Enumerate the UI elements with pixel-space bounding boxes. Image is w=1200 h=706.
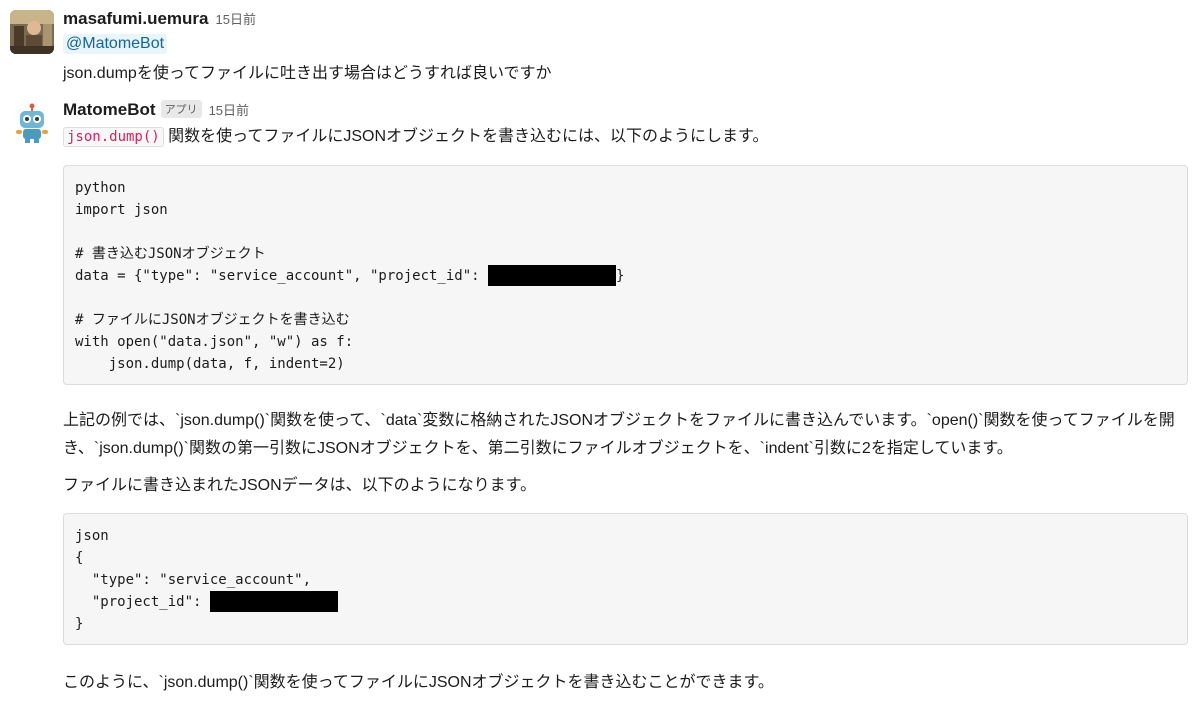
redaction-box (209, 590, 338, 612)
bot-avatar[interactable] (14, 103, 50, 143)
message-header: MatomeBot アプリ 15日前 (63, 100, 249, 120)
mention-link[interactable]: @MatomeBot (63, 34, 168, 54)
code-text: "project_id": (75, 594, 210, 610)
inline-code: json.dump() (63, 127, 164, 147)
explanation-paragraph: 上記の例では、`json.dump()`関数を使って、`data`変数に格納され… (63, 412, 1175, 457)
intro-text: 関数を使ってファイルにJSONオブジェクトを書き込むには、以下のようにします。 (168, 128, 769, 145)
code-line: } (75, 616, 84, 632)
timestamp[interactable]: 15日前 (209, 100, 249, 119)
code-line: with open("data.json", "w") as f: (75, 334, 354, 350)
redaction-box (488, 264, 617, 286)
code-comment: # ファイルにJSONオブジェクトを書き込む (75, 312, 350, 328)
message-header: masafumi.uemura 15日前 (63, 9, 256, 29)
intro-line: json.dump() 関数を使ってファイルにJSONオブジェクトを書き込むには… (63, 126, 768, 148)
code-lang: python (75, 180, 126, 196)
user-avatar[interactable] (10, 10, 54, 54)
code-lang: json (75, 528, 109, 544)
message-user: masafumi.uemura 15日前 @MatomeBot json.dum… (0, 0, 1200, 95)
code-comment: # 書き込むJSONオブジェクト (75, 246, 266, 262)
conclusion-paragraph: このように、`json.dump()`関数を使ってファイルにJSONオブジェクト… (63, 674, 774, 691)
message-text: json.dumpを使ってファイルに吐き出す場合はどうすれば良いですか (63, 65, 552, 82)
code-line: { (75, 550, 84, 566)
timestamp[interactable]: 15日前 (216, 9, 256, 28)
result-intro: ファイルに書き込まれたJSONデータは、以下のようになります。 (63, 477, 537, 494)
code-block-python: python import json # 書き込むJSONオブジェクト data… (63, 165, 1188, 385)
author-name[interactable]: masafumi.uemura (63, 9, 209, 29)
app-badge: アプリ (160, 100, 202, 118)
code-text: data = {"type": "service_account", "proj… (75, 268, 489, 284)
code-line: json.dump(data, f, indent=2) (75, 356, 345, 372)
robot-icon (16, 103, 48, 143)
code-line: "type": "service_account", (75, 572, 312, 588)
author-name[interactable]: MatomeBot (63, 100, 156, 120)
code-line: import json (75, 202, 168, 218)
code-line: "project_id": (75, 590, 338, 613)
message-bot: MatomeBot アプリ 15日前 json.dump() 関数を使ってファイ… (0, 95, 1200, 706)
code-line: data = {"type": "service_account", "proj… (75, 264, 625, 287)
code-text: } (616, 268, 625, 284)
code-block-json: json { "type": "service_account", "proje… (63, 513, 1188, 645)
